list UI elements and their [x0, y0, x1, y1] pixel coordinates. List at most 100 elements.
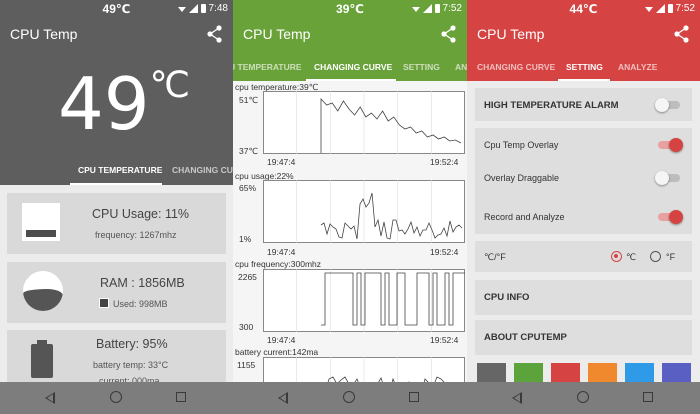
- tab-changing-curve[interactable]: CHANGING CURVE: [314, 62, 392, 72]
- home-icon[interactable]: [110, 391, 122, 403]
- about-row[interactable]: ABOUT CPUTEMP: [475, 320, 692, 355]
- chart-end-time: 19:52:4: [430, 247, 459, 257]
- overlay-draggable-toggle[interactable]: [655, 171, 680, 185]
- screen-cpu-temperature: 49℃ 7:48 CPU Temp 49℃ CPU TEMPERATURE CH…: [0, 0, 233, 414]
- battery-temp-label: battery temp: 33°C: [93, 360, 169, 370]
- unit-row: ℃/°F ℃ °F: [475, 241, 692, 272]
- tab-changing-curve[interactable]: CHANGING CUR: [172, 165, 233, 175]
- temperature-value: 49: [58, 62, 150, 146]
- cpu-usage-card: CPU Usage: 11% frequency: 1267mhz: [7, 193, 226, 254]
- app-bar: CPU Temp: [467, 17, 700, 51]
- share-icon[interactable]: [441, 25, 457, 43]
- chart-ymin: 300: [239, 322, 254, 332]
- about-label: ABOUT CPUTEMP: [484, 332, 567, 343]
- tab-indicator: [70, 183, 162, 185]
- overlay-toggle[interactable]: [658, 138, 683, 152]
- frequency-label: frequency: 1267mhz: [95, 230, 177, 240]
- overlay-label: Cpu Temp Overlay: [484, 140, 559, 150]
- wifi-icon: [411, 6, 420, 12]
- cpu-info-label: CPU INFO: [484, 292, 530, 303]
- nav-bar: [467, 382, 700, 414]
- chart-end-time: 19:52:4: [430, 157, 459, 167]
- home-icon[interactable]: [343, 391, 355, 403]
- overlay-settings-group: Cpu Temp Overlay Overlay Draggable Recor…: [475, 128, 692, 234]
- status-bar: 39℃ 7:52: [233, 0, 467, 17]
- recent-apps-icon[interactable]: [176, 392, 186, 402]
- record-analyze-label: Record and Analyze: [484, 212, 565, 222]
- battery-label: Battery: 95%: [96, 337, 168, 351]
- chart-start-time: 19:47:4: [267, 157, 296, 167]
- chart-title: cpu frequency:300mhz: [235, 259, 321, 269]
- battery-level-icon: [31, 340, 53, 378]
- cpu-usage-label: CPU Usage: 11%: [92, 207, 190, 221]
- tab-indicator: [558, 79, 610, 81]
- celsius-label: ℃: [626, 252, 637, 262]
- cpu-info-row[interactable]: CPU INFO: [475, 280, 692, 315]
- home-icon[interactable]: [577, 391, 589, 403]
- cpu-usage-chart: [263, 180, 465, 243]
- ram-label: RAM : 1856MB: [100, 276, 185, 290]
- record-analyze-toggle[interactable]: [658, 210, 683, 224]
- chart-ymin: 37℃: [239, 146, 259, 156]
- tab-bar: CHANGING CURVE SETTING ANALYZE: [467, 51, 700, 81]
- status-time: 7:52: [442, 3, 462, 14]
- chart-ymax: 65%: [239, 183, 257, 193]
- nav-bar: [0, 382, 233, 414]
- tab-bar: U TEMPERATURE CHANGING CURVE SETTING AN: [233, 51, 467, 81]
- ram-card: RAM : 1856MB Used: 998MB: [7, 262, 226, 323]
- celsius-radio[interactable]: [611, 251, 622, 262]
- curves-area: cpu temperature:39℃ 51℃ 37℃ 19:47:4 19:5…: [233, 81, 467, 397]
- share-icon[interactable]: [674, 25, 690, 43]
- app-title: CPU Temp: [10, 26, 78, 42]
- fahrenheit-radio[interactable]: [650, 251, 661, 262]
- app-title: CPU Temp: [477, 26, 545, 42]
- screen-changing-curve: 39℃ 7:52 CPU Temp U TEMPERATURE CHANGING…: [233, 0, 467, 414]
- battery-card: Battery: 95% battery temp: 33°C current:…: [7, 330, 226, 390]
- chart-ymax: 1155: [237, 360, 256, 370]
- status-bar: 44℃ 7:52: [467, 0, 700, 17]
- tab-cpu-temperature[interactable]: U TEMPERATURE: [233, 62, 302, 72]
- status-time: 7:48: [208, 3, 228, 14]
- chart-ymin: 1%: [239, 234, 252, 244]
- tab-cpu-temperature[interactable]: CPU TEMPERATURE: [78, 165, 162, 175]
- battery-icon: [667, 4, 673, 13]
- ram-legend-swatch: [99, 298, 109, 308]
- tab-analyze[interactable]: AN: [455, 62, 467, 72]
- app-bar: CPU Temp: [233, 17, 467, 51]
- status-time: 7:52: [675, 3, 695, 14]
- chart-start-time: 19:47:4: [267, 247, 296, 257]
- cpu-temperature-chart: [263, 91, 465, 154]
- recent-apps-icon[interactable]: [643, 392, 653, 402]
- cpu-frequency-chart: [263, 269, 465, 332]
- wifi-icon: [177, 6, 186, 12]
- high-temp-alarm-label: HIGH TEMPERATURE ALARM: [484, 100, 619, 111]
- status-bar: 49℃ 7:48: [0, 0, 233, 17]
- tab-changing-curve[interactable]: CHANGING CURVE: [477, 62, 555, 72]
- cpu-icon: [22, 203, 60, 241]
- chart-start-time: 19:47:4: [267, 335, 296, 345]
- nav-bar: [233, 382, 467, 414]
- chart-ymax: 2265: [238, 272, 257, 282]
- tab-analyze[interactable]: ANALYZE: [618, 62, 657, 72]
- back-icon[interactable]: [278, 392, 288, 404]
- high-temp-alarm-toggle[interactable]: [655, 98, 680, 112]
- temperature-unit: ℃: [149, 65, 191, 106]
- tab-setting[interactable]: SETTING: [403, 62, 440, 72]
- fahrenheit-label: °F: [666, 252, 676, 262]
- screen-setting: 44℃ 7:52 CPU Temp CHANGING CURVE SETTING…: [467, 0, 700, 414]
- tab-bar: CPU TEMPERATURE CHANGING CUR: [0, 155, 233, 185]
- wifi-icon: [644, 6, 653, 12]
- back-icon[interactable]: [45, 392, 55, 404]
- battery-icon: [434, 4, 440, 13]
- high-temp-alarm-row[interactable]: HIGH TEMPERATURE ALARM: [475, 88, 692, 121]
- app-bar: CPU Temp: [0, 17, 233, 51]
- overlay-draggable-label: Overlay Draggable: [484, 173, 560, 183]
- ram-icon: [23, 271, 63, 311]
- back-icon[interactable]: [512, 392, 522, 404]
- big-temperature: 49℃: [58, 65, 191, 141]
- share-icon[interactable]: [207, 25, 223, 43]
- unit-label: ℃/°F: [484, 252, 506, 262]
- tab-setting[interactable]: SETTING: [566, 62, 603, 72]
- ram-used: Used: 998MB: [99, 298, 168, 309]
- recent-apps-icon[interactable]: [409, 392, 419, 402]
